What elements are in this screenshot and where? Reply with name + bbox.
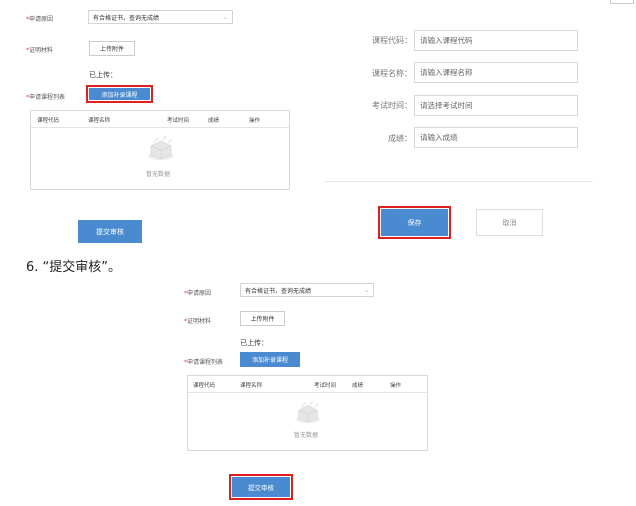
dialog-edge: [610, 0, 634, 4]
upload-attachment-button[interactable]: 上传附件: [89, 41, 135, 56]
material-label: *证明材料: [184, 318, 212, 325]
column-header: 成绩: [352, 383, 364, 389]
course-code-label: 课程代码：: [372, 36, 412, 45]
column-header: 操作: [390, 383, 402, 389]
chevron-down-icon: ⌄: [363, 286, 369, 294]
chevron-down-icon: ⌄: [222, 13, 228, 21]
submit-review-button[interactable]: 提交审核: [232, 477, 290, 497]
column-header: 操作: [249, 118, 261, 124]
course-name-input[interactable]: 请输入课程名称: [414, 62, 578, 83]
empty-box-icon: [296, 400, 320, 424]
exam-time-label: 考试时间：: [372, 101, 412, 110]
score-label: 成绩：: [388, 134, 412, 143]
empty-text: 暂无数据: [146, 171, 171, 178]
column-header: 课程代码: [193, 383, 216, 389]
reason-select[interactable]: 有合格证书，查询无成绩 ⌄: [88, 10, 233, 24]
material-label: *证明材料: [26, 47, 54, 54]
submit-review-button[interactable]: 提交审核: [78, 220, 142, 243]
add-course-button[interactable]: 添加补录课程: [240, 352, 300, 367]
course-name-label: 课程名称：: [372, 69, 412, 78]
cancel-button[interactable]: 取消: [476, 209, 543, 236]
column-header: 考试时间: [167, 118, 190, 124]
empty-box-icon: [148, 135, 174, 160]
course-list-label: *申请课程列表: [184, 359, 224, 366]
column-header: 课程名称: [88, 118, 111, 124]
uploaded-label: 已上传：: [89, 71, 117, 79]
save-button[interactable]: 保存: [381, 209, 448, 236]
exam-time-picker[interactable]: 请选择考试时间: [414, 95, 578, 116]
table-header: 课程代码 课程名称 考试时间 成绩 操作: [31, 111, 289, 128]
add-course-button[interactable]: 添加补录课程: [89, 88, 150, 100]
course-table: 课程代码 课程名称 考试时间 成绩 操作 暂无数据: [187, 375, 428, 451]
divider: [325, 181, 593, 182]
column-header: 成绩: [208, 118, 220, 124]
score-input[interactable]: 请输入成绩: [414, 127, 578, 148]
reason-select-value: 有合格证书，查询无成绩: [245, 287, 312, 295]
step-caption: 6. “提交审核”。: [26, 260, 122, 275]
uploaded-label: 已上传：: [240, 339, 268, 347]
column-header: 课程代码: [37, 118, 60, 124]
reason-select[interactable]: 有合格证书，查询无成绩 ⌄: [240, 283, 374, 297]
reason-select-value: 有合格证书，查询无成绩: [93, 14, 160, 22]
table-header: 课程代码 课程名称 考试时间 成绩 操作: [188, 376, 427, 393]
course-table: 课程代码 课程名称 考试时间 成绩 操作 暂无数据: [30, 110, 290, 190]
course-code-input[interactable]: 请输入课程代码: [414, 30, 578, 51]
column-header: 考试时间: [314, 383, 337, 389]
reason-label: *申请原因: [26, 16, 54, 23]
course-list-label: *申请课程列表: [26, 94, 66, 101]
column-header: 课程名称: [240, 383, 263, 389]
empty-text: 暂无数据: [294, 432, 319, 439]
upload-attachment-button[interactable]: 上传附件: [240, 311, 285, 326]
reason-label: *申请原因: [184, 290, 212, 297]
